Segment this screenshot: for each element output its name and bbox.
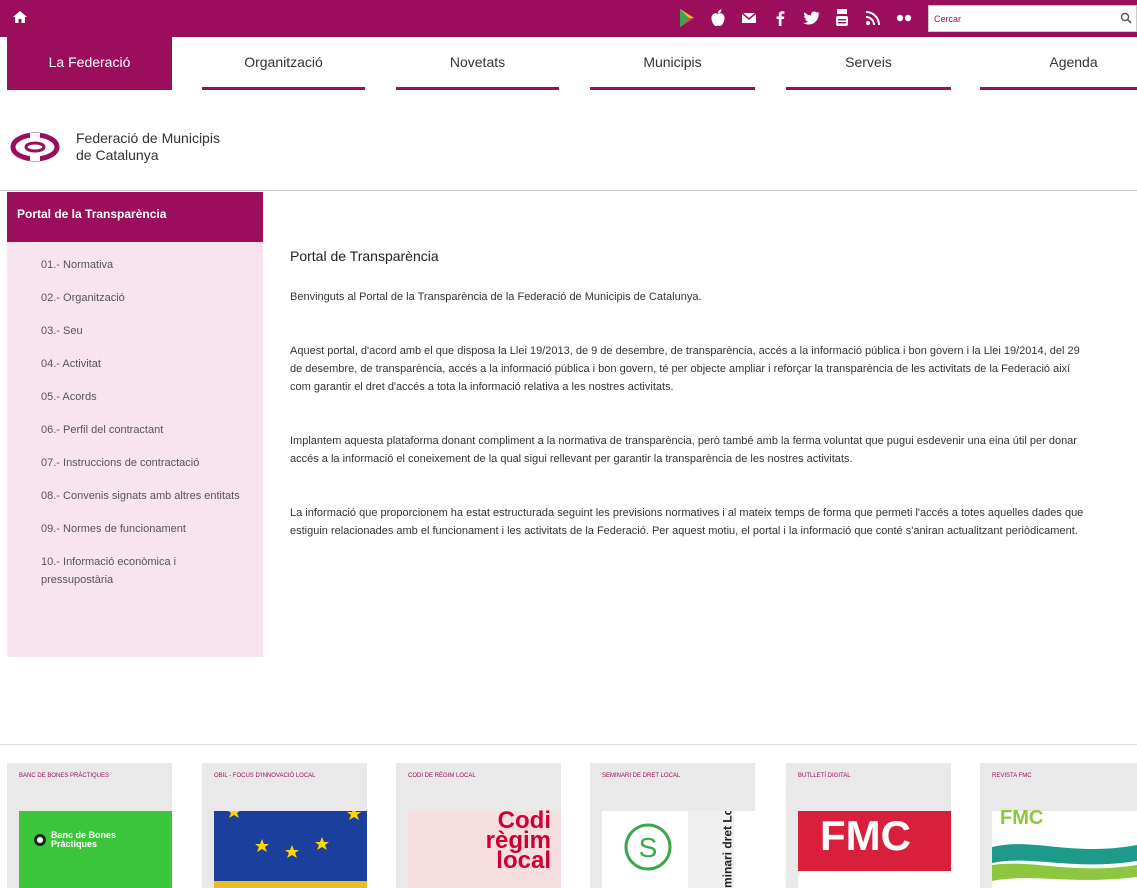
nav-agenda[interactable]: Agenda xyxy=(980,37,1137,90)
tile-codi-regim-local[interactable]: Codi de règim local Codi règim local xyxy=(396,763,561,888)
apple-icon[interactable] xyxy=(707,7,729,29)
facebook-icon[interactable] xyxy=(769,7,791,29)
rss-icon[interactable] xyxy=(862,7,884,29)
main-nav: La Federació Organització Novetats Munic… xyxy=(0,37,1137,92)
butlleti-footer-band xyxy=(798,871,951,888)
butlleti-digital-image: FMC xyxy=(798,811,951,888)
page-title: Portal de Transparència xyxy=(290,248,439,264)
nav-organitzacio[interactable]: Organització xyxy=(202,37,365,90)
svg-text:S: S xyxy=(639,832,658,863)
waves-graphic xyxy=(992,844,1137,881)
sidebar-item-seu[interactable]: 03.- Seu xyxy=(7,322,263,340)
tile-label: OBIL - Focus d'innovació local xyxy=(214,773,316,779)
logo-line-2: de Catalunya xyxy=(76,147,159,163)
youtube-icon[interactable] xyxy=(831,7,853,29)
home-icon[interactable] xyxy=(12,9,28,25)
footer-divider xyxy=(0,744,1137,745)
nav-novetats[interactable]: Novetats xyxy=(396,37,559,90)
search-icon[interactable] xyxy=(1120,12,1132,24)
tile-butlleti-digital[interactable]: Butlletí digital FMC xyxy=(786,763,951,888)
sidebar-item-informacio-economica[interactable]: 10.- Informació econòmica i pressupostàr… xyxy=(7,553,263,589)
nav-serveis[interactable]: Serveis xyxy=(786,37,951,90)
sidebar-item-normes-funcionament[interactable]: 09.- Normes de funcionament xyxy=(7,520,263,538)
target-icon xyxy=(34,834,46,846)
main-content: Portal de Transparència Benvinguts al Po… xyxy=(290,248,1090,576)
nav-la-federacio[interactable]: La Federació xyxy=(7,37,172,90)
tile-label: Butlletí digital xyxy=(798,773,851,779)
top-bar xyxy=(0,0,1137,37)
sidebar-item-perfil-contractant[interactable]: 06.- Perfil del contractant xyxy=(7,421,263,439)
seminari-dret-local-image: S Seminari dret Local xyxy=(602,811,755,888)
tile-image-text: Seminari dret Local xyxy=(720,811,734,888)
tile-image-text: FMC xyxy=(1000,807,1044,829)
eu-stars-image xyxy=(214,811,367,888)
tile-image-text: FMC xyxy=(820,812,911,859)
fmc-logo-icon xyxy=(10,132,60,162)
sidebar-item-normativa[interactable]: 01.- Normativa xyxy=(7,256,263,274)
revista-fmc-image: FMC xyxy=(992,807,1137,888)
search-input[interactable] xyxy=(929,6,1109,31)
sidebar-menu: 01.- Normativa 02.- Organització 03.- Se… xyxy=(7,242,263,657)
nav-municipis[interactable]: Municipis xyxy=(590,37,755,90)
content-paragraph: La informació que proporcionem ha estat … xyxy=(290,507,1084,537)
banc-bones-practiques-image: Banc de Bones Pràctiques xyxy=(19,811,172,888)
tile-obil[interactable]: OBIL - Focus d'innovació local xyxy=(202,763,367,888)
logo-line-1: Federació de Municipis xyxy=(76,130,220,146)
tile-label: Seminari de dret local xyxy=(602,773,681,779)
codi-regim-local-image: Codi règim local xyxy=(408,807,561,888)
social-links xyxy=(676,6,915,30)
tile-seminari-dret-local[interactable]: Seminari de dret local S Seminari dret L… xyxy=(590,763,755,888)
s-circle-icon: S xyxy=(624,823,672,871)
tile-revista-fmc[interactable]: Revista FMC FMC xyxy=(980,763,1137,888)
tile-image-text: Codi règim local xyxy=(485,807,551,874)
search-box xyxy=(928,5,1137,32)
tile-label: Codi de règim local xyxy=(408,773,476,779)
tile-label: Banc de Bones Pràctiques xyxy=(19,773,110,779)
tile-label: Revista FMC xyxy=(992,773,1032,779)
logo-text: Federació de Municipis de Catalunya xyxy=(76,130,220,164)
content-paragraph: Aquest portal, d'acord amb el que dispos… xyxy=(290,345,1080,393)
tile-banc-bones-practiques[interactable]: Banc de Bones Pràctiques Banc de Bones P… xyxy=(7,763,172,888)
twitter-icon[interactable] xyxy=(800,7,822,29)
mail-icon[interactable] xyxy=(738,7,760,29)
header-divider xyxy=(0,190,1137,191)
sidebar-item-convenis[interactable]: 08.- Convenis signats amb altres entitat… xyxy=(7,487,263,505)
google-play-icon[interactable] xyxy=(676,7,698,29)
site-logo[interactable]: Federació de Municipis de Catalunya xyxy=(8,130,220,164)
sidebar-title[interactable]: Portal de la Transparència xyxy=(7,192,263,242)
content-paragraph: Benvinguts al Portal de la Transparència… xyxy=(290,291,702,303)
seminari-side-band: Seminari dret Local xyxy=(688,811,734,888)
sidebar-item-instruccions-contractacio[interactable]: 07.- Instruccions de contractació xyxy=(7,454,263,472)
tile-image-text: Banc de Bones Pràctiques xyxy=(51,830,117,849)
sidebar-item-organitzacio[interactable]: 02.- Organització xyxy=(7,289,263,307)
content-paragraph: Implantem aquesta plataforma donant comp… xyxy=(290,435,1077,465)
sidebar-item-acords[interactable]: 05.- Acords xyxy=(7,388,263,406)
sidebar-item-activitat[interactable]: 04.- Activitat xyxy=(7,355,263,373)
flickr-icon[interactable] xyxy=(893,7,915,29)
